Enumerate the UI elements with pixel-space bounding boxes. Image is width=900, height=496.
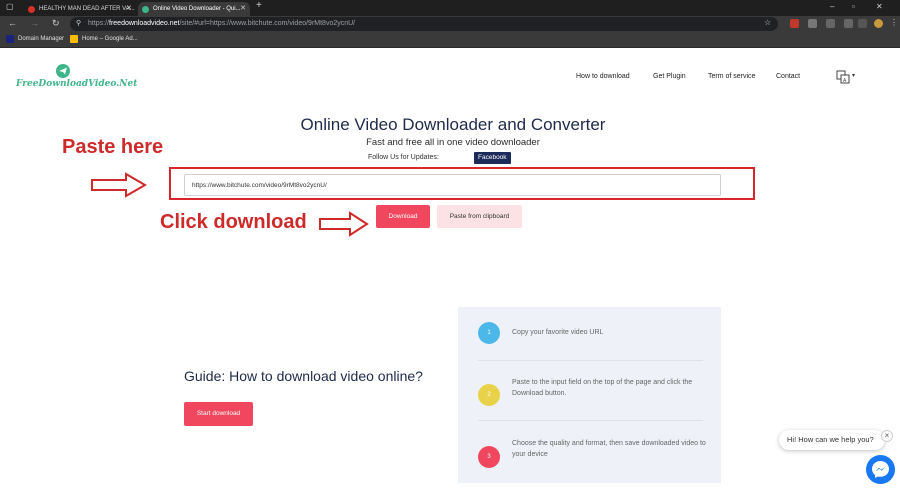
- translate-icon: A: [836, 70, 850, 84]
- site-logo[interactable]: FreeDownloadVideo.Net: [16, 64, 137, 90]
- maximize-icon[interactable]: ▫: [852, 2, 855, 11]
- bookmark-domain-manager[interactable]: Domain Manager: [6, 35, 64, 43]
- extension-icon[interactable]: [808, 19, 817, 28]
- url-host: freedownloadvideo.net: [109, 20, 180, 27]
- download-button[interactable]: Download: [376, 205, 430, 228]
- step-text: Choose the quality and format, then save…: [512, 440, 706, 458]
- extension-icon[interactable]: [826, 19, 835, 28]
- bookmark-star-icon[interactable]: ☆: [764, 18, 771, 27]
- paper-plane-icon: [56, 64, 70, 78]
- nav-how-to-download[interactable]: How to download: [576, 73, 630, 80]
- arrow-right-icon: [91, 172, 147, 198]
- paste-highlight-box: [169, 167, 755, 200]
- tab-close-icon[interactable]: ✕: [126, 4, 132, 12]
- step-number: 2: [478, 384, 500, 406]
- annotation-click-download: Click download: [160, 211, 307, 233]
- extensions-puzzle-icon[interactable]: [844, 19, 853, 28]
- messenger-button[interactable]: [866, 455, 895, 484]
- tab-actions-icon[interactable]: ▢: [6, 2, 14, 11]
- step-number: 1: [478, 322, 500, 344]
- reload-icon[interactable]: ↻: [52, 18, 60, 29]
- bookmark-google-ads[interactable]: Home – Google Ad...: [70, 35, 138, 43]
- tab-online-video-downloader[interactable]: Online Video Downloader - Qui... ✕: [138, 2, 250, 16]
- browser-address-bar: ← → ↻ https://freedownloadvideo.net/site…: [0, 16, 900, 32]
- step-text: Paste to the input field on the top of t…: [512, 379, 693, 397]
- tab-title: HEALTHY MAN DEAD AFTER VA...: [39, 6, 135, 12]
- page-title: Online Video Downloader and Converter: [300, 115, 606, 134]
- tab-favicon-icon: [28, 5, 35, 13]
- tab-healthy-man[interactable]: HEALTHY MAN DEAD AFTER VA... ✕: [24, 2, 136, 16]
- google-ads-icon: [70, 35, 78, 43]
- nav-contact[interactable]: Contact: [776, 73, 800, 80]
- start-download-button[interactable]: Start download: [184, 402, 253, 426]
- tab-title: Online Video Downloader - Qui...: [153, 6, 241, 12]
- minimize-icon[interactable]: –: [830, 2, 834, 11]
- site-info-icon[interactable]: ⚲: [76, 19, 81, 27]
- chevron-down-icon: ▾: [852, 73, 856, 79]
- window-close-icon[interactable]: ✕: [876, 2, 883, 11]
- browser-menu-icon[interactable]: ⋮: [890, 18, 898, 27]
- language-selector[interactable]: A ▾: [836, 70, 858, 84]
- step-text: Copy your favorite video URL: [512, 329, 604, 336]
- chat-prompt-bubble[interactable]: Hi! How can we help you?: [779, 430, 885, 450]
- follow-label: Follow Us for Updates:: [368, 154, 439, 161]
- steps-panel: 1 Copy your favorite video URL 2 Paste t…: [458, 307, 721, 483]
- sidebar-icon[interactable]: [858, 19, 867, 28]
- divider: [478, 420, 703, 421]
- arrow-right-icon: [319, 211, 369, 237]
- chat-close-icon[interactable]: ×: [881, 430, 893, 442]
- browser-tab-bar: ▢ HEALTHY MAN DEAD AFTER VA... ✕ Online …: [0, 0, 900, 16]
- new-tab-button[interactable]: +: [256, 0, 262, 11]
- domain-manager-icon: [6, 35, 14, 43]
- bookmark-label: Domain Manager: [18, 36, 65, 42]
- tab-close-icon[interactable]: ✕: [240, 4, 246, 12]
- url-prefix: https://: [88, 20, 110, 27]
- profile-avatar[interactable]: [874, 19, 883, 28]
- url-path: /site/#url=https://www.bitchute.com/vide…: [179, 20, 356, 27]
- bookmark-label: Home – Google Ad...: [82, 36, 138, 42]
- messenger-icon: [872, 461, 889, 478]
- guide-title: Guide: How to download video online?: [184, 368, 423, 384]
- annotation-paste-here: Paste here: [62, 136, 164, 158]
- nav-term-of-service[interactable]: Term of service: [708, 73, 755, 80]
- facebook-link[interactable]: Facebook: [474, 152, 511, 164]
- tab-favicon-icon: [142, 5, 149, 13]
- url-bar[interactable]: https://freedownloadvideo.net/site/#url=…: [70, 17, 778, 31]
- divider: [478, 360, 703, 361]
- step-number: 3: [478, 446, 500, 468]
- paste-from-clipboard-button[interactable]: Paste from clipboard: [437, 205, 522, 228]
- nav-get-plugin[interactable]: Get Plugin: [653, 73, 686, 80]
- logo-text: FreeDownloadVideo.Net: [16, 79, 138, 89]
- bookmarks-bar: Domain Manager Home – Google Ad...: [0, 32, 900, 48]
- forward-icon[interactable]: →: [30, 18, 39, 28]
- extension-icon[interactable]: [790, 19, 799, 28]
- back-icon[interactable]: ←: [8, 18, 17, 28]
